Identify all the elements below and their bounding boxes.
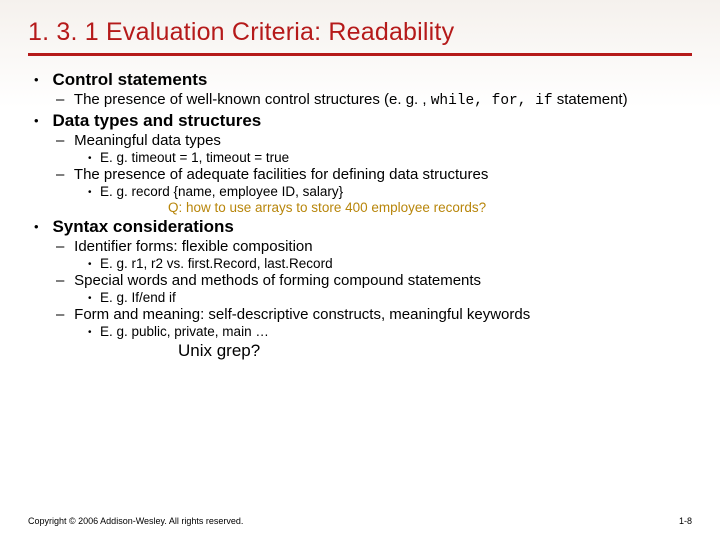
sub-item: Identifier forms: flexible composition E… [70, 238, 692, 271]
example-item: E. g. public, private, main … [100, 324, 692, 339]
example-item: E. g. timeout = 1, timeout = true [100, 150, 692, 165]
text: Special words and methods of forming com… [74, 272, 481, 289]
example-item: E. g. If/end if [100, 290, 692, 305]
slide-title: 1. 3. 1 Evaluation Criteria: Readability [28, 18, 692, 47]
text: statement) [553, 91, 628, 108]
sub-item: Special words and methods of forming com… [70, 272, 692, 305]
title-rule [28, 53, 692, 56]
content-list: Control statements The presence of well-… [28, 70, 692, 361]
example-item: E. g. record {name, employee ID, salary} [100, 184, 692, 199]
example-item: E. g. r1, r2 vs. first.Record, last.Reco… [100, 256, 692, 271]
copyright-text: Copyright © 2006 Addison-Wesley. All rig… [28, 516, 243, 526]
page-number: 1-8 [679, 516, 692, 526]
text: Form and meaning: self-descriptive const… [74, 306, 530, 323]
bullet-head: Syntax considerations [52, 217, 233, 236]
sub-item: Form and meaning: self-descriptive const… [70, 306, 692, 339]
bullet-control-statements: Control statements The presence of well-… [48, 70, 692, 109]
sub-item: The presence of adequate facilities for … [70, 166, 692, 199]
text: Identifier forms: flexible composition [74, 238, 312, 255]
grep-text: Unix grep? [178, 341, 692, 361]
text: The presence of well-known control struc… [74, 91, 431, 108]
text: The presence of adequate facilities for … [74, 166, 488, 183]
bullet-head: Data types and structures [52, 111, 261, 130]
bullet-data-types: Data types and structures Meaningful dat… [48, 111, 692, 215]
footer: Copyright © 2006 Addison-Wesley. All rig… [28, 516, 692, 526]
code-text: while, for, if [431, 93, 553, 109]
bullet-head: Control statements [52, 70, 207, 89]
text: Meaningful data types [74, 132, 221, 149]
sub-item: The presence of well-known control struc… [70, 91, 692, 109]
sub-item: Meaningful data types E. g. timeout = 1,… [70, 132, 692, 165]
bullet-syntax: Syntax considerations Identifier forms: … [48, 217, 692, 361]
question-text: Q: how to use arrays to store 400 employ… [168, 200, 692, 215]
